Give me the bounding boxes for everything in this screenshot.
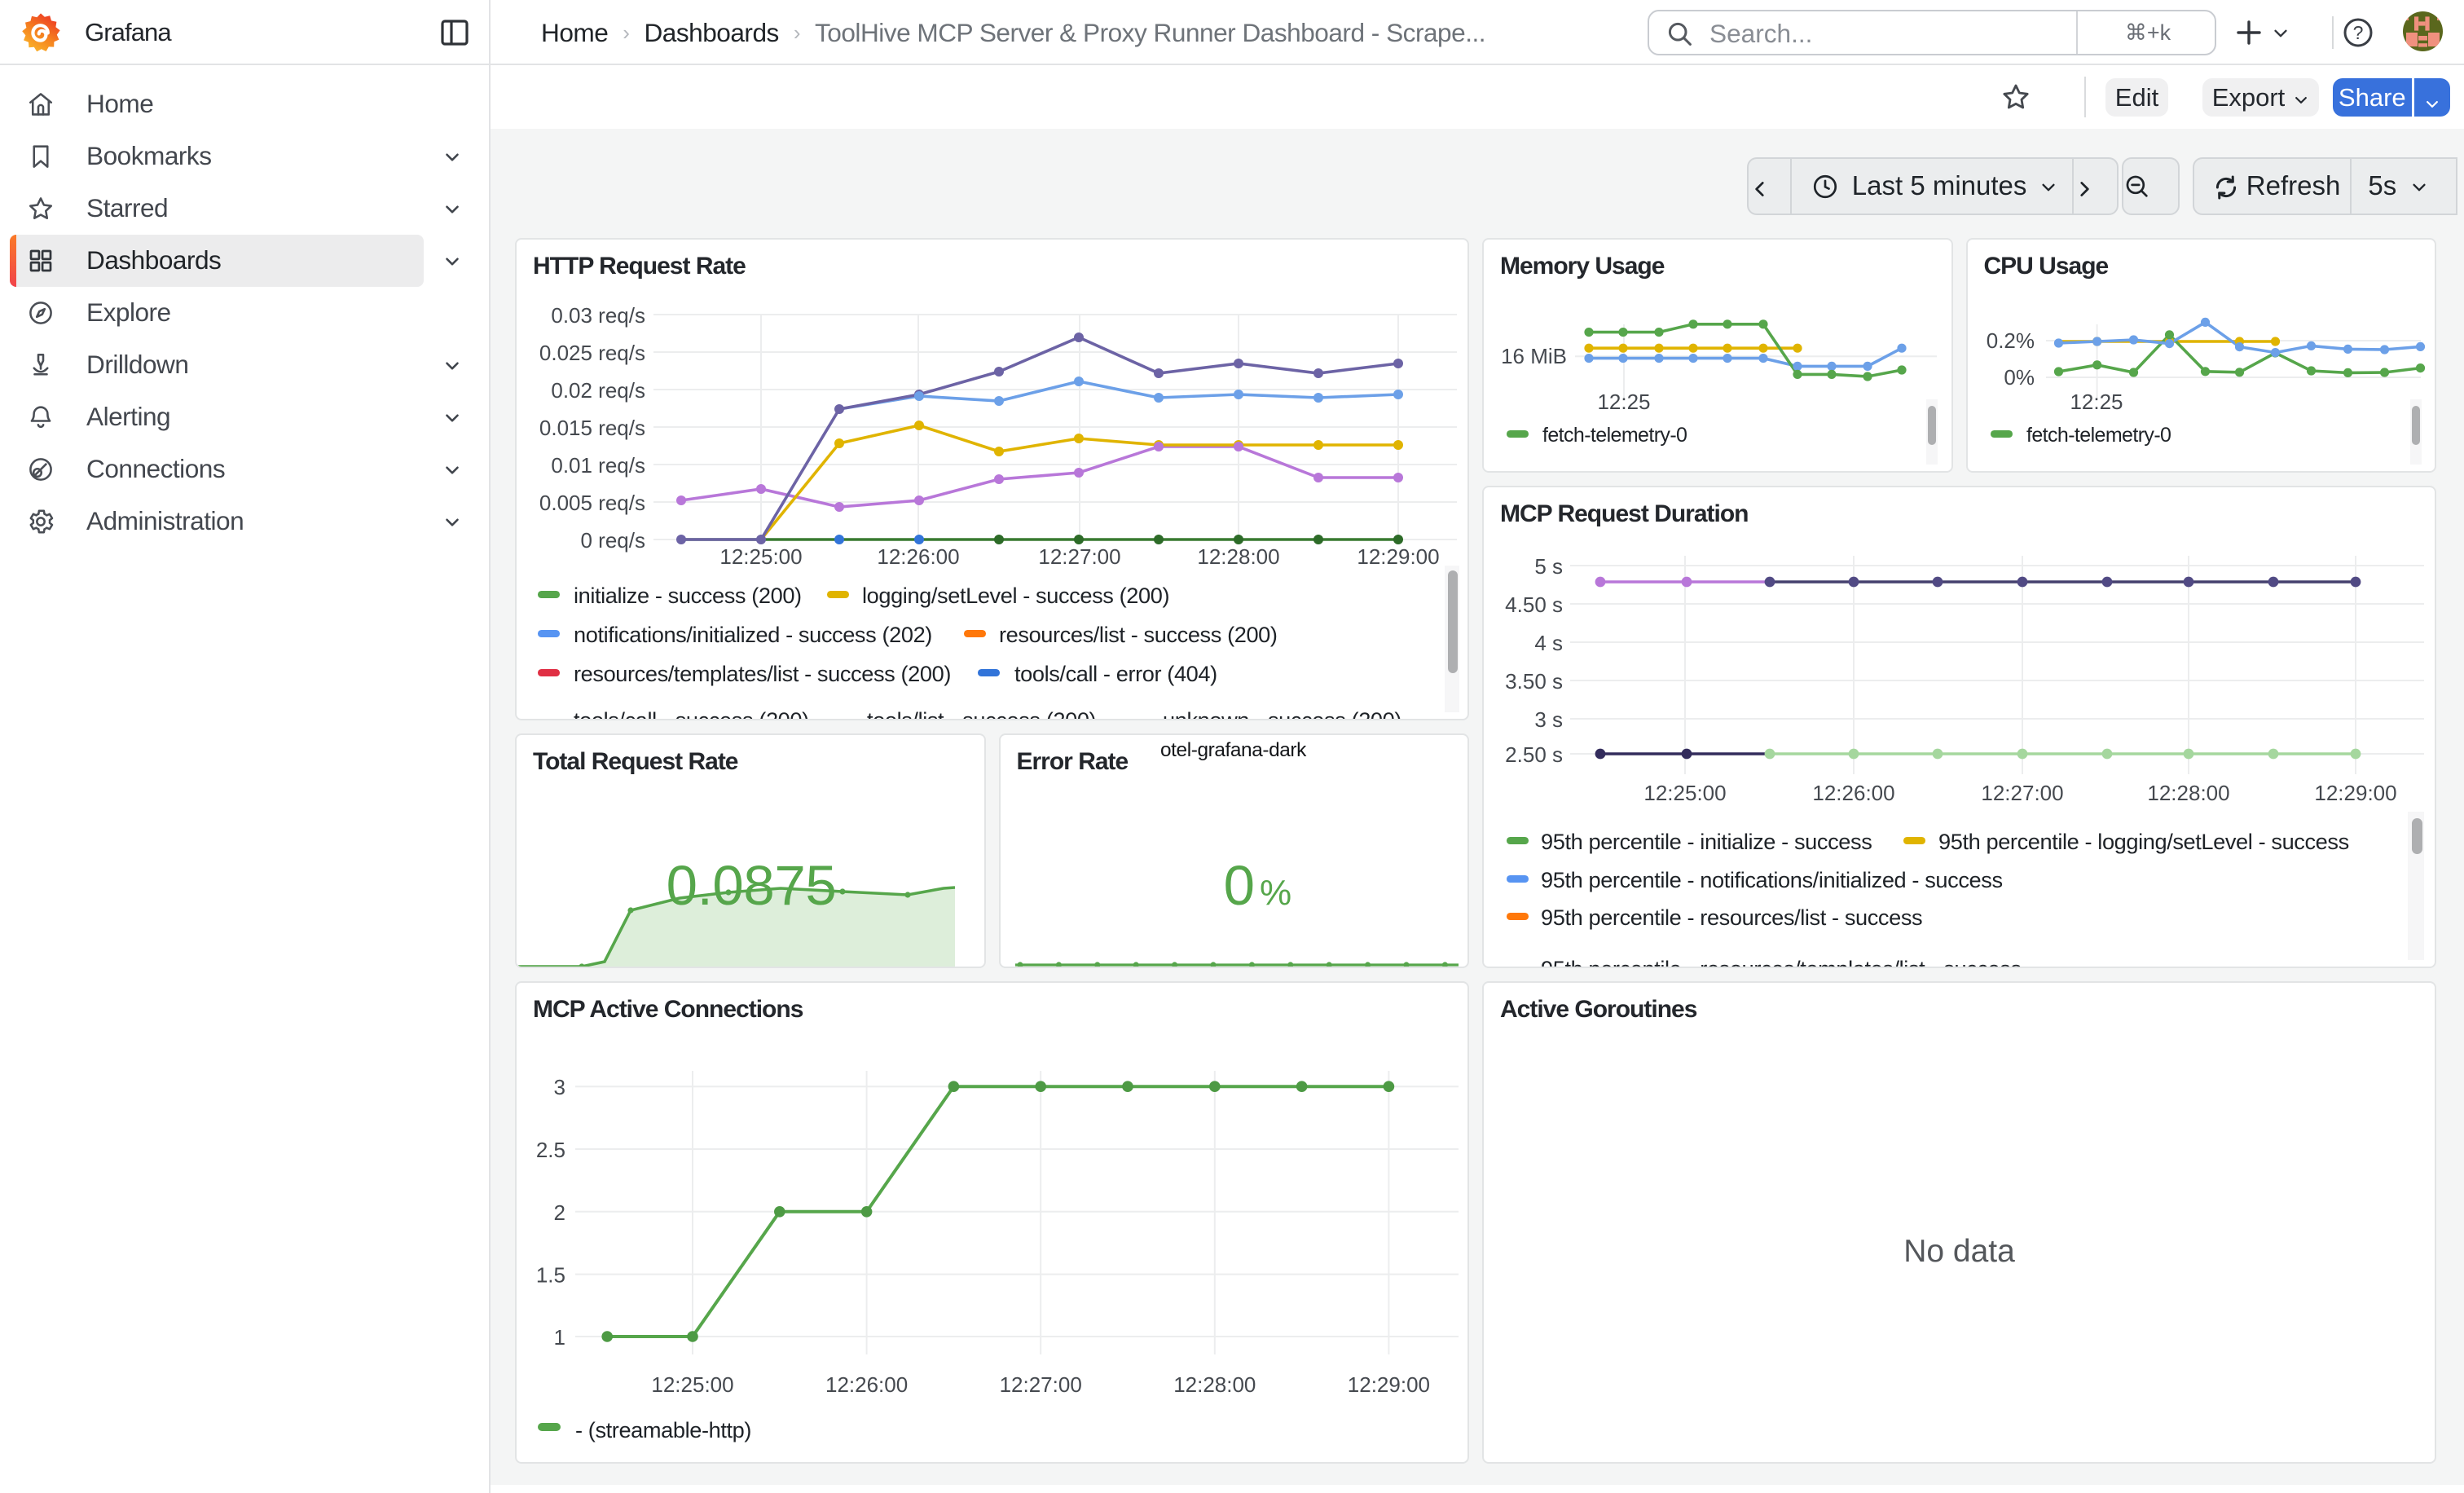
svg-text:5 s: 5 s — [1534, 554, 1563, 579]
svg-text:4 s: 4 s — [1534, 631, 1563, 655]
svg-text:0.03 req/s: 0.03 req/s — [551, 303, 645, 328]
svg-text:12:25:00: 12:25:00 — [651, 1372, 733, 1397]
svg-text:12:27:00: 12:27:00 — [1981, 781, 2063, 805]
svg-text:12:26:00: 12:26:00 — [877, 544, 959, 569]
svg-text:0.025 req/s: 0.025 req/s — [539, 341, 645, 365]
svg-text:0 req/s: 0 req/s — [581, 528, 646, 553]
svg-text:?: ? — [2353, 22, 2364, 43]
svg-text:1.5: 1.5 — [536, 1263, 565, 1288]
svg-text:12:26:00: 12:26:00 — [1812, 781, 1894, 805]
svg-text:4.50 s: 4.50 s — [1505, 592, 1563, 617]
svg-text:initialize - success (200): initialize - success (200) — [574, 583, 802, 608]
svg-text:12:29:00: 12:29:00 — [1357, 544, 1439, 569]
svg-text:95th percentile - resources/te: 95th percentile - resources/templates/li… — [1541, 956, 2022, 967]
svg-text:12:29:00: 12:29:00 — [1348, 1372, 1430, 1397]
svg-text:notifications/initialized - su: notifications/initialized - success (202… — [574, 622, 932, 647]
svg-text:12:28:00: 12:28:00 — [1173, 1372, 1256, 1397]
svg-text:0: 0 — [1223, 854, 1254, 917]
svg-text:16 MiB: 16 MiB — [1501, 344, 1567, 368]
svg-text:95th percentile - initialize -: 95th percentile - initialize - success — [1541, 829, 1872, 854]
svg-text:0.02 req/s: 0.02 req/s — [551, 378, 645, 403]
svg-text:logging/setLevel - success (20: logging/setLevel - success (200) — [862, 583, 1169, 608]
svg-text:3 s: 3 s — [1534, 707, 1563, 732]
svg-text:12:29:00: 12:29:00 — [2314, 781, 2396, 805]
svg-text:resources/list - success (200): resources/list - success (200) — [999, 622, 1278, 647]
svg-text:12:25:00: 12:25:00 — [719, 544, 802, 569]
svg-text:0.015 req/s: 0.015 req/s — [539, 416, 645, 440]
svg-text:fetch-telemetry-0: fetch-telemetry-0 — [2026, 424, 2171, 447]
svg-text:0%: 0% — [2004, 365, 2035, 390]
svg-text:otel-grafana-dark: otel-grafana-dark — [1160, 739, 1307, 761]
svg-text:fetch-telemetry-0: fetch-telemetry-0 — [1542, 424, 1687, 447]
svg-text:0.2%: 0.2% — [1986, 328, 2034, 353]
svg-text:tools/list - success (200): tools/list - success (200) — [867, 707, 1096, 719]
svg-text:2.5: 2.5 — [536, 1138, 565, 1162]
svg-text:%: % — [1260, 873, 1291, 913]
svg-text:95th percentile - notification: 95th percentile - notifications/initiali… — [1541, 867, 2003, 892]
svg-text:95th percentile - resources/li: 95th percentile - resources/list - succe… — [1541, 905, 1922, 930]
svg-text:12:27:00: 12:27:00 — [1038, 544, 1120, 569]
svg-text:12:25:00: 12:25:00 — [1643, 781, 1726, 805]
svg-text:12:25: 12:25 — [2070, 390, 2123, 414]
svg-text:12:26:00: 12:26:00 — [825, 1372, 908, 1397]
svg-text:0.01 req/s: 0.01 req/s — [551, 453, 645, 478]
svg-text:12:28:00: 12:28:00 — [1197, 544, 1279, 569]
svg-text:1: 1 — [554, 1325, 565, 1350]
svg-text:tools/call - success (200): tools/call - success (200) — [574, 707, 809, 719]
svg-text:3: 3 — [554, 1075, 565, 1099]
svg-text:2.50 s: 2.50 s — [1505, 742, 1563, 767]
svg-text:12:25: 12:25 — [1597, 390, 1650, 414]
svg-text:12:28:00: 12:28:00 — [2147, 781, 2229, 805]
svg-text:resources/templates/list - suc: resources/templates/list - success (200) — [574, 661, 951, 686]
svg-text:0.005 req/s: 0.005 req/s — [539, 491, 645, 515]
svg-text:tools/call - error (404): tools/call - error (404) — [1014, 661, 1217, 686]
svg-text:95th percentile - logging/setL: 95th percentile - logging/setLevel - suc… — [1938, 829, 2349, 854]
svg-text:unknown - success (200): unknown - success (200) — [1163, 707, 1401, 719]
svg-text:2: 2 — [554, 1200, 565, 1225]
svg-text:0.0875: 0.0875 — [667, 854, 837, 917]
svg-text:- (streamable-http): - (streamable-http) — [575, 1417, 751, 1442]
svg-text:3.50 s: 3.50 s — [1505, 669, 1563, 694]
svg-text:12:27:00: 12:27:00 — [1000, 1372, 1082, 1397]
